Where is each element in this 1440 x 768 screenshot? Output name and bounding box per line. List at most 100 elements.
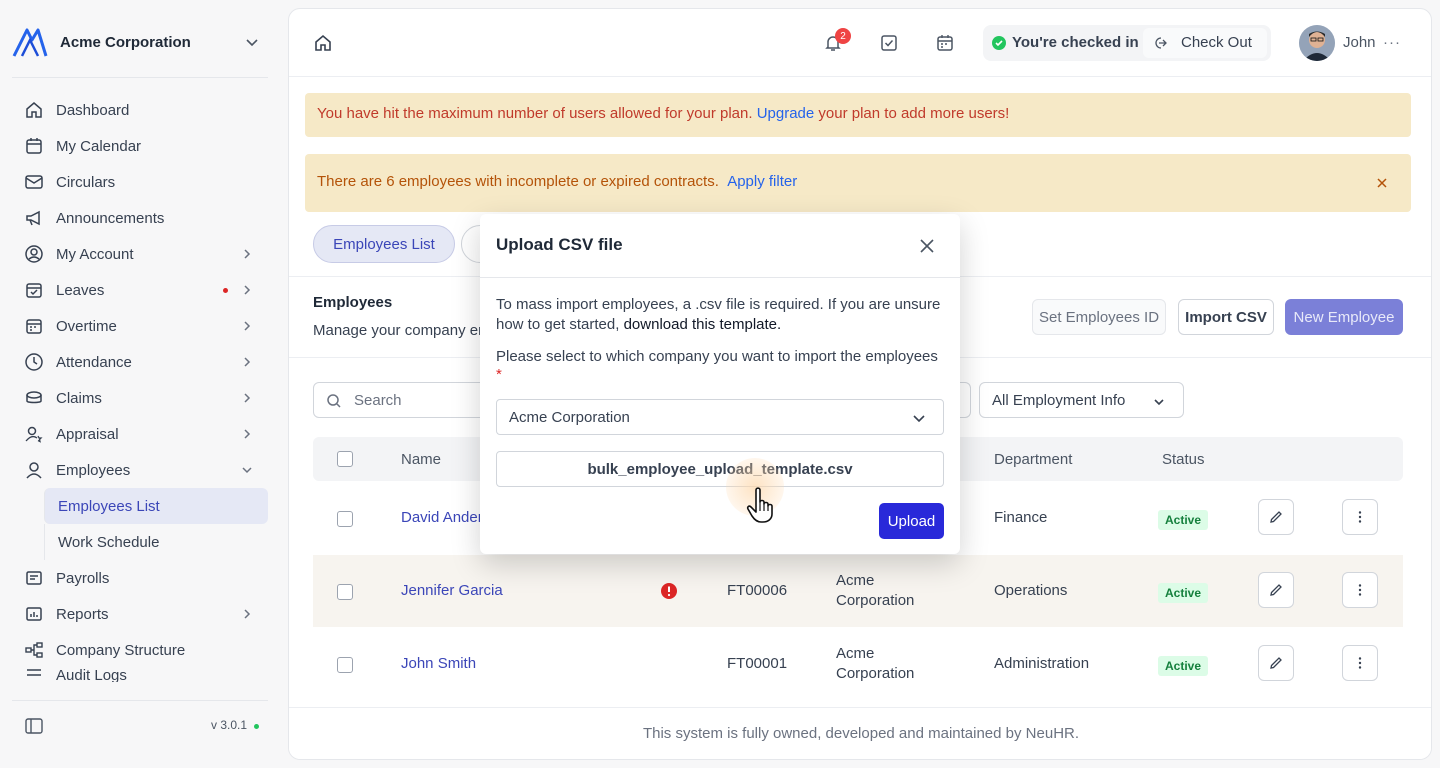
coins-icon <box>24 388 44 408</box>
contracts-alert: There are 6 employees with incomplete or… <box>305 154 1411 212</box>
top-bar: 2 You're checked in Check Out John ··· <box>289 9 1431 77</box>
apply-filter-link[interactable]: Apply filter <box>727 173 797 190</box>
sidebar-item-label: My Calendar <box>56 137 142 155</box>
column-header-department[interactable]: Department <box>994 451 1072 468</box>
sidebar-item-company-structure[interactable]: Company Structure <box>0 632 280 668</box>
company-switcher[interactable]: Acme Corporation <box>12 22 268 62</box>
row-checkbox[interactable] <box>337 511 353 527</box>
sidebar-item-label: Payrolls <box>56 569 110 587</box>
sidebar-item-dashboard[interactable]: Dashboard <box>0 92 280 128</box>
sidebar-item-my-account[interactable]: My Account <box>0 236 280 272</box>
calendar-check-icon <box>24 280 44 300</box>
import-csv-button[interactable]: Import CSV <box>1178 299 1274 335</box>
notification-dot <box>223 288 228 293</box>
check-out-button[interactable]: Check Out <box>1143 28 1267 58</box>
sidebar-collapse-icon[interactable] <box>24 716 44 736</box>
app-version: v 3.0.1 <box>211 718 248 732</box>
status-badge: Active <box>1158 583 1209 603</box>
chevron-down-icon[interactable] <box>242 32 262 52</box>
chevron-down-icon <box>913 415 925 423</box>
user-circle-icon <box>24 244 44 264</box>
calendar-icon <box>24 136 44 156</box>
calendar-clock-icon <box>24 316 44 336</box>
sidebar-item-reports[interactable]: Reports <box>0 596 280 632</box>
sidebar-item-label: Reports <box>56 605 109 623</box>
company-select-prompt: Please select to which company you want … <box>496 348 938 365</box>
row-actions-button[interactable] <box>1342 572 1378 608</box>
home-icon[interactable] <box>313 33 333 53</box>
list-icon <box>24 668 44 682</box>
edit-button[interactable] <box>1258 572 1294 608</box>
employee-name-link[interactable]: John Smith <box>401 655 476 672</box>
sidebar-item-audit-logs[interactable]: Audit Logs <box>0 668 280 682</box>
department-cell: Operations <box>994 582 1068 599</box>
new-employee-button[interactable]: New Employee <box>1285 299 1403 335</box>
column-header-status[interactable]: Status <box>1162 451 1205 468</box>
avatar[interactable] <box>1299 25 1335 61</box>
status-badge: Active <box>1158 656 1209 676</box>
close-icon[interactable] <box>1375 176 1389 190</box>
upload-button[interactable]: Upload <box>879 503 944 539</box>
chevron-right-icon <box>244 393 251 403</box>
pencil-icon <box>1270 657 1282 669</box>
employee-id-cell: FT00006 <box>727 582 788 599</box>
sidebar-item-claims[interactable]: Claims <box>0 380 280 416</box>
hand-cursor-icon <box>746 487 773 523</box>
edit-button[interactable] <box>1258 645 1294 681</box>
filter-label: All Employment Info <box>992 392 1126 409</box>
column-header-name[interactable]: Name <box>401 451 441 468</box>
sidebar-item-attendance[interactable]: Attendance <box>0 344 280 380</box>
more-options-icon[interactable]: ··· <box>1383 34 1401 51</box>
vertical-dots-icon <box>1358 657 1362 669</box>
sidebar-item-employees[interactable]: Employees <box>0 452 280 488</box>
file-name: bulk_employee_upload_template.csv <box>587 461 853 478</box>
company-name: Acme Corporation <box>60 33 191 51</box>
user-name[interactable]: John <box>1343 34 1376 51</box>
company-select[interactable]: Acme Corporation <box>496 399 944 435</box>
chevron-right-icon <box>244 249 251 259</box>
page-footer: This system is fully owned, developed an… <box>289 707 1431 759</box>
sidebar-item-payrolls[interactable]: Payrolls <box>0 560 280 596</box>
sidebar-item-leaves[interactable]: Leaves <box>0 272 280 308</box>
chevron-right-icon <box>244 285 251 295</box>
table-row: John Smith FT00001 Acme Corporation Admi… <box>313 628 1403 700</box>
sidebar-item-label: Employees <box>56 461 131 479</box>
upgrade-link[interactable]: Upgrade <box>757 105 815 122</box>
calendar-icon[interactable] <box>935 33 955 53</box>
megaphone-icon <box>24 208 44 228</box>
row-actions-button[interactable] <box>1342 499 1378 535</box>
user-avatar-icon <box>1299 25 1335 61</box>
company-cell-line2: Corporation <box>836 665 915 682</box>
sidebar-item-overtime[interactable]: Overtime <box>0 308 280 344</box>
sidebar-subitem-work-schedule[interactable]: Work Schedule <box>44 524 268 560</box>
employment-info-filter[interactable]: All Employment Info <box>979 382 1184 418</box>
alert-circle-icon[interactable] <box>660 582 678 600</box>
sidebar-item-my-calendar[interactable]: My Calendar <box>0 128 280 164</box>
download-template-link[interactable]: download this template. <box>624 316 782 333</box>
close-icon[interactable] <box>918 237 936 255</box>
sidebar-item-label: Overtime <box>56 317 117 335</box>
table-row: Jennifer Garcia FT00006 Acme Corporation… <box>313 555 1403 627</box>
tab-employees-list[interactable]: Employees List <box>313 225 455 263</box>
modal-instructions: To mass import employees, a .csv file is… <box>496 295 948 335</box>
sidebar-nav: Dashboard My Calendar Circulars Announce… <box>0 92 280 682</box>
page-title: Employees <box>313 294 393 311</box>
sidebar-item-label: Company Structure <box>56 641 186 659</box>
sidebar-item-announcements[interactable]: Announcements <box>0 200 280 236</box>
tab-label: Employees List <box>333 235 435 253</box>
select-all-checkbox[interactable] <box>337 451 353 467</box>
checkin-status-text: You're checked in <box>1012 34 1139 51</box>
sidebar-subitem-employees-list[interactable]: Employees List <box>44 488 268 524</box>
divider <box>12 77 268 78</box>
sidebar-item-appraisal[interactable]: Appraisal <box>0 416 280 452</box>
sidebar-item-circulars[interactable]: Circulars <box>0 164 280 200</box>
employee-name-link[interactable]: Jennifer Garcia <box>401 582 503 599</box>
file-input[interactable]: bulk_employee_upload_template.csv <box>496 451 944 487</box>
edit-button[interactable] <box>1258 499 1294 535</box>
company-cell-line2: Corporation <box>836 592 915 609</box>
set-employees-id-button[interactable]: Set Employees ID <box>1032 299 1166 335</box>
checkbox-task-icon[interactable] <box>879 33 899 53</box>
row-actions-button[interactable] <box>1342 645 1378 681</box>
row-checkbox[interactable] <box>337 584 353 600</box>
row-checkbox[interactable] <box>337 657 353 673</box>
